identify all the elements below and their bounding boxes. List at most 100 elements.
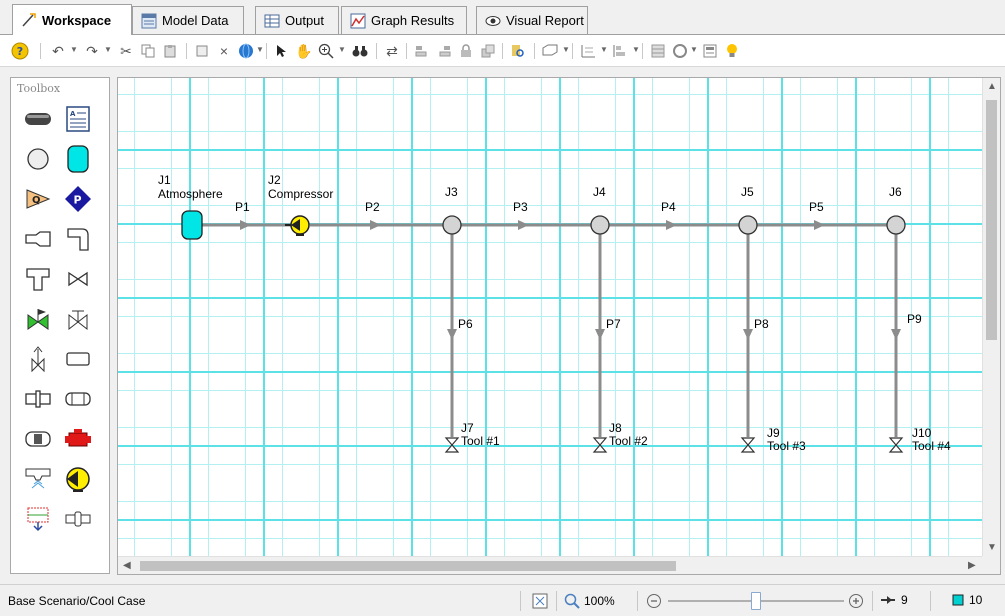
compressor-icon[interactable]	[285, 215, 310, 236]
tab-workspace[interactable]: Workspace	[12, 4, 132, 35]
check-valve-tool-icon[interactable]	[63, 304, 93, 334]
zoom-dropdown-icon[interactable]: ▼	[338, 45, 346, 54]
horizontal-scrollbar[interactable]: ◀ ▶	[118, 556, 983, 574]
help-icon[interactable]: ?	[10, 41, 30, 61]
pressure-source-tool-icon[interactable]: P	[63, 184, 93, 214]
reverse-direction-icon[interactable]: ⇄	[382, 41, 402, 61]
status-bar: Base Scenario/Cool Case 100% 9 10	[0, 584, 1005, 616]
control-valve-tool-icon[interactable]	[23, 304, 53, 334]
pointer-icon[interactable]	[272, 41, 292, 61]
zoom-slider-thumb[interactable]	[751, 592, 761, 610]
tab-visual-report[interactable]: Visual Report	[476, 6, 588, 34]
pipe-network	[181, 210, 906, 453]
tee-tool-icon[interactable]	[23, 264, 53, 294]
general-component-tool-icon[interactable]	[23, 504, 53, 534]
fit-window-icon	[532, 593, 548, 609]
status-dropdown-icon[interactable]: ▼	[690, 45, 698, 54]
branch-junction-icon[interactable]	[886, 215, 906, 235]
fit-to-window-button[interactable]	[532, 593, 548, 609]
grid-spacing-icon[interactable]	[578, 41, 598, 61]
horizontal-scroll-thumb[interactable]	[140, 561, 676, 571]
pan-hand-icon[interactable]: ✋	[294, 41, 314, 61]
group-icon[interactable]	[478, 41, 498, 61]
graph-icon	[350, 13, 366, 28]
select-all-icon[interactable]	[192, 41, 212, 61]
bend-tool-icon[interactable]	[63, 224, 93, 254]
reducer-tool-icon[interactable]	[23, 224, 53, 254]
valve-icon[interactable]	[740, 437, 756, 453]
annotation-tool-icon[interactable]: A	[63, 104, 93, 134]
flow-source-tool-icon[interactable]: Q	[23, 184, 53, 214]
scroll-right-icon[interactable]: ▶	[968, 560, 976, 571]
report-icon[interactable]	[700, 41, 720, 61]
zoom-in-icon[interactable]	[316, 41, 336, 61]
annotation-icon[interactable]	[540, 41, 560, 61]
scroll-down-icon[interactable]: ▼	[987, 542, 997, 553]
heat-exchanger-tool-icon[interactable]	[63, 384, 93, 414]
zoom-out-button[interactable]	[646, 593, 662, 609]
globe-icon[interactable]	[236, 41, 256, 61]
pipe-tool-icon[interactable]	[23, 104, 53, 134]
grid-dropdown-icon[interactable]: ▼	[600, 45, 608, 54]
align-left-icon[interactable]	[412, 41, 432, 61]
find-junction-icon[interactable]	[508, 41, 528, 61]
separator-tool-icon[interactable]	[23, 424, 53, 454]
dead-end-tool-icon[interactable]	[63, 344, 93, 374]
svg-text:Q: Q	[32, 195, 41, 206]
lock-icon[interactable]	[456, 41, 476, 61]
valve-icon[interactable]	[888, 437, 904, 453]
globe-dropdown-icon[interactable]: ▼	[256, 45, 264, 54]
orifice-tool-icon[interactable]	[23, 384, 53, 414]
relief-valve-tool-icon[interactable]	[23, 344, 53, 374]
copy-icon[interactable]	[138, 41, 158, 61]
align-right-icon[interactable]	[434, 41, 454, 61]
flow-arrow-icon	[743, 329, 753, 340]
tab-model-data[interactable]: Model Data	[132, 6, 244, 34]
undo-dropdown-icon[interactable]: ▼	[70, 45, 78, 54]
tab-label: Model Data	[162, 13, 229, 28]
branch-junction-icon[interactable]	[590, 215, 610, 235]
tab-output[interactable]: Output	[255, 6, 339, 34]
workspace-canvas[interactable]: J1 Atmosphere J2 Compressor J3 J4 J5 J6 …	[117, 77, 1001, 575]
annotation-dropdown-icon[interactable]: ▼	[562, 45, 570, 54]
redo-icon[interactable]: ↷	[82, 41, 102, 61]
tank-tool-icon[interactable]	[63, 144, 93, 174]
pipe-label: P1	[235, 200, 250, 214]
paste-icon[interactable]	[160, 41, 180, 61]
align-dropdown-icon[interactable]: ▼	[632, 45, 640, 54]
valve-icon[interactable]	[592, 437, 608, 453]
pipe-label: P5	[809, 200, 824, 214]
tank-icon[interactable]	[181, 210, 203, 240]
valve-icon[interactable]	[444, 437, 460, 453]
valve-tool-icon[interactable]	[63, 264, 93, 294]
output-table-icon	[264, 14, 280, 27]
flow-arrow-icon	[518, 220, 529, 230]
undo-icon[interactable]: ↶	[48, 41, 68, 61]
workspace-grid[interactable]: J1 Atmosphere J2 Compressor J3 J4 J5 J6 …	[118, 78, 983, 556]
align-icon[interactable]	[610, 41, 630, 61]
toolbox-title: Toolbox	[17, 82, 61, 95]
compressor-fan-tool-icon[interactable]	[63, 424, 93, 454]
vertical-scrollbar[interactable]: ▲ ▼	[982, 78, 1000, 556]
delete-icon[interactable]: ×	[214, 41, 234, 61]
tab-label: Output	[285, 13, 325, 28]
branch-junction-icon[interactable]	[738, 215, 758, 235]
svg-text:A: A	[70, 110, 76, 118]
vertical-scroll-thumb[interactable]	[986, 100, 997, 340]
spray-discharge-tool-icon[interactable]	[23, 464, 53, 494]
lightbulb-icon[interactable]	[722, 41, 742, 61]
screen-filter-tool-icon[interactable]	[63, 504, 93, 534]
table-view-icon[interactable]	[648, 41, 668, 61]
compressor-tool-icon[interactable]	[63, 464, 93, 494]
cut-icon[interactable]: ✂	[116, 41, 136, 61]
branch-tool-icon[interactable]	[23, 144, 53, 174]
redo-dropdown-icon[interactable]: ▼	[104, 45, 112, 54]
tab-graph-results[interactable]: Graph Results	[341, 6, 467, 34]
status-circle-icon[interactable]	[670, 41, 690, 61]
scroll-up-icon[interactable]: ▲	[987, 81, 997, 92]
zoom-in-button[interactable]	[848, 593, 864, 609]
find-binoculars-icon[interactable]	[350, 41, 370, 61]
zoom-level[interactable]: 100%	[564, 593, 615, 609]
branch-junction-icon[interactable]	[442, 215, 462, 235]
scroll-left-icon[interactable]: ◀	[123, 560, 131, 571]
